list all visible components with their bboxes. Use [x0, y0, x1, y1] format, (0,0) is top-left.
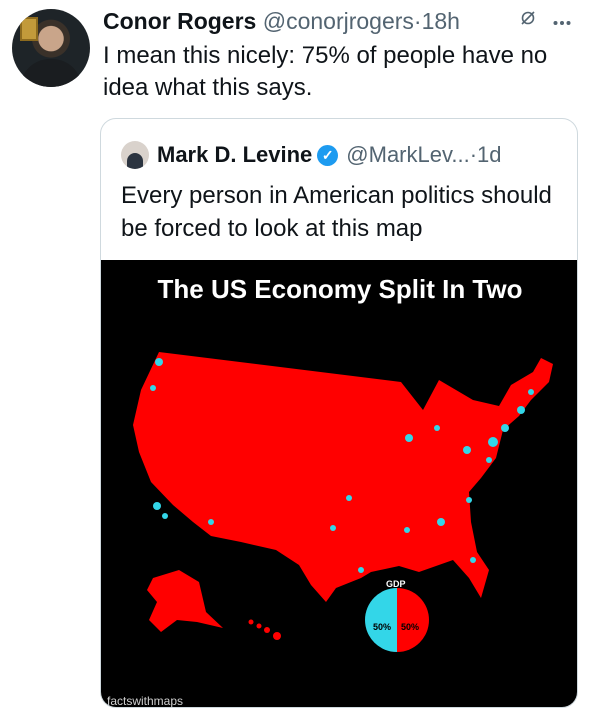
quoted-author-avatar[interactable] — [121, 141, 149, 169]
author-handle[interactable]: @conorjrogers — [263, 8, 414, 34]
author-name[interactable]: Conor Rogers — [103, 8, 256, 34]
quoted-tweet-card[interactable]: Mark D. Levine ✓ @MarkLev... · 1d Every pe… — [100, 118, 578, 708]
map-title: The US Economy Split In Two — [157, 274, 523, 304]
author-avatar[interactable] — [12, 9, 90, 87]
time-separator: · — [413, 8, 422, 34]
header-icons — [520, 10, 583, 31]
quoted-author-handle[interactable]: @MarkLev... — [346, 141, 469, 169]
grok-icon[interactable] — [520, 10, 536, 31]
verified-badge-icon: ✓ — [317, 144, 339, 166]
tweet-header: Conor Rogers @conorjrogers·18h — [103, 6, 460, 36]
avatar-background-frame — [20, 17, 38, 41]
quoted-author-name[interactable]: Mark D. Levine — [157, 141, 312, 169]
quoted-tweet-image[interactable]: The US Economy Split In Two GDP 50% 50% … — [101, 260, 577, 708]
pie-right-value: 50% — [401, 622, 420, 632]
alaska-shape — [147, 570, 223, 632]
image-credit: factswithmaps — [107, 694, 184, 708]
tweet-time[interactable]: 18h — [422, 8, 460, 34]
quoted-tweet-text: Every person in American politics should… — [121, 182, 552, 242]
quoted-tweet-time[interactable]: 1d — [477, 141, 501, 169]
quoted-time-separator: · — [469, 142, 478, 167]
hawaii-islands — [248, 619, 281, 640]
more-icon[interactable] — [553, 10, 571, 31]
pie-label: GDP — [386, 579, 406, 589]
pie-slice-right — [397, 588, 429, 652]
gdp-pie-chart — [365, 588, 429, 652]
us-mainland-shape — [133, 352, 553, 602]
pie-slice-left — [365, 588, 397, 652]
tweet-text: I mean this nicely: 75% of people have n… — [103, 42, 548, 101]
avatar-shirt — [20, 59, 82, 87]
pie-left-value: 50% — [373, 622, 392, 632]
quoted-tweet-header: Mark D. Levine ✓ @MarkLev... · 1d — [121, 141, 502, 169]
us-map-graphic — [133, 352, 553, 652]
